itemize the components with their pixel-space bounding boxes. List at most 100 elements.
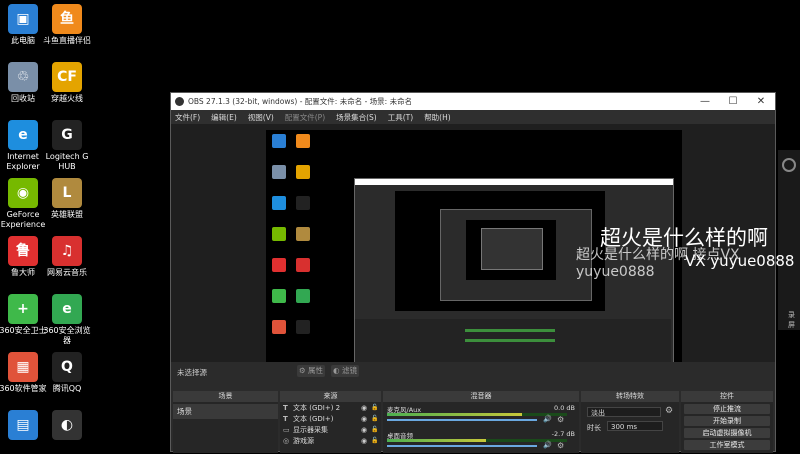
- volume-slider[interactable]: [387, 419, 537, 421]
- recycle-bin-icon: ♲: [8, 62, 38, 92]
- desktop-shortcut[interactable]: +360安全卫士: [0, 294, 48, 336]
- mixer-db-value: -2.7 dB: [551, 430, 575, 438]
- no-source-label: 未选择源: [177, 368, 207, 377]
- lock-icon[interactable]: 🔓: [371, 426, 381, 433]
- source-label: 文本 (GDI+) 2: [293, 403, 341, 412]
- menu-help[interactable]: 帮助(H): [424, 112, 451, 123]
- studio-mode-button[interactable]: 工作室模式: [684, 440, 770, 450]
- maximize-button[interactable]: ☐: [719, 93, 747, 110]
- source-item[interactable]: ◎ 游戏源 ◉ 🔓: [280, 435, 381, 446]
- source-item[interactable]: T 文本 (GDI+) ◉ 🔓: [280, 413, 381, 424]
- desktop-shortcut-label: 回收站: [11, 94, 35, 103]
- visibility-eye-icon[interactable]: ◉: [361, 426, 371, 434]
- desktop-shortcut-label: GeForce Experience: [0, 210, 46, 229]
- menu-bar: 文件(F) 编辑(E) 视图(V) 配置文件(P) 场景集合(S) 工具(T) …: [171, 110, 775, 124]
- app-icon: ▤: [8, 410, 38, 440]
- filters-button[interactable]: ◐ 滤镜: [331, 365, 359, 377]
- lock-icon[interactable]: 🔓: [371, 437, 381, 444]
- speaker-icon[interactable]: 🔊: [543, 415, 552, 423]
- nested-desktop-icon: [296, 258, 310, 272]
- source-toolbar: 未选择源 ⚙ 属性 ◐ 滤镜: [171, 363, 775, 381]
- douyu-icon: 鱼: [52, 4, 82, 34]
- start-recording-button[interactable]: 开始录制: [684, 416, 770, 426]
- desktop-shortcut[interactable]: ♲ 回收站: [0, 62, 48, 104]
- desktop-shortcut-label: 斗鱼直播伴侣: [43, 36, 91, 45]
- desktop-shortcut[interactable]: ◉ GeForce Experience: [0, 178, 48, 230]
- desktop-shortcut-label: 此电脑: [11, 36, 35, 45]
- scene-item[interactable]: 场景: [173, 404, 278, 419]
- obs-titlebar[interactable]: OBS 27.1.3 (32-bit, windows) - 配置文件: 未命名…: [171, 93, 775, 110]
- minimize-button[interactable]: —: [691, 93, 719, 110]
- source-type-icon: ◎: [283, 436, 290, 445]
- desktop-shortcut[interactable]: ◐: [42, 410, 92, 442]
- desktop-shortcut[interactable]: e 360安全浏览器: [42, 294, 92, 346]
- visibility-eye-icon[interactable]: ◉: [361, 415, 371, 423]
- virtual-camera-button[interactable]: 启动虚拟摄像机: [684, 428, 770, 438]
- 360-browser-icon: e: [52, 294, 82, 324]
- visibility-eye-icon[interactable]: ◉: [361, 404, 371, 412]
- desktop-shortcut[interactable]: CF 穿越火线: [42, 62, 92, 104]
- desktop-shortcut[interactable]: G Logitech G HUB: [42, 120, 92, 172]
- lock-icon[interactable]: 🔓: [371, 415, 381, 422]
- duration-input[interactable]: 300 ms: [607, 421, 663, 431]
- nested-desktop-icon: [272, 320, 286, 334]
- transitions-header: 转场特效: [581, 391, 679, 402]
- overlay-title: 超火是什么样的啊: [600, 226, 768, 250]
- menu-edit[interactable]: 编辑(E): [211, 112, 237, 123]
- desktop-shortcut-label: Internet Explorer: [6, 152, 40, 171]
- nested-desktop-icon: [296, 227, 310, 241]
- desktop-shortcut[interactable]: 鲁鲁大师: [0, 236, 48, 278]
- qq-icon: Q: [52, 352, 82, 382]
- obs-logo-icon: [175, 97, 184, 106]
- menu-view[interactable]: 视图(V): [248, 112, 274, 123]
- desktop-shortcut[interactable]: 鱼斗鱼直播伴侣: [42, 4, 92, 46]
- nested-desktop-icon: [272, 165, 286, 179]
- 360-security-icon: +: [8, 294, 38, 324]
- source-item[interactable]: ▭ 显示器采集 ◉ 🔓: [280, 424, 381, 435]
- desktop-shortcut-label: 鲁大师: [11, 268, 35, 277]
- desktop-shortcut[interactable]: ▤: [0, 410, 48, 442]
- source-label: 游戏源: [293, 436, 314, 445]
- desktop-shortcut[interactable]: e Internet Explorer: [0, 120, 48, 172]
- source-item[interactable]: T 文本 (GDI+) 2 ◉ 🔓: [280, 402, 381, 413]
- desktop-shortcut[interactable]: L 英雄联盟: [42, 178, 92, 220]
- nested-desktop-icon: [296, 165, 310, 179]
- menu-tools[interactable]: 工具(T): [388, 112, 413, 123]
- speaker-icon[interactable]: 🔊: [543, 441, 552, 449]
- mixer-settings-icon[interactable]: ⚙: [557, 415, 564, 424]
- source-label: 显示器采集: [293, 425, 328, 434]
- duration-label: 时长: [587, 424, 601, 432]
- properties-button[interactable]: ⚙ 属性: [297, 365, 325, 377]
- stop-streaming-button[interactable]: 停止推流: [684, 404, 770, 414]
- netease-music-icon: ♫: [52, 236, 82, 266]
- source-type-icon: T: [283, 414, 288, 423]
- ludashi-icon: 鲁: [8, 236, 38, 266]
- desktop-shortcut[interactable]: Q 腾讯QQ: [42, 352, 92, 394]
- geforce-icon: ◉: [8, 178, 38, 208]
- camera-icon[interactable]: [782, 158, 796, 172]
- desktop-shortcut[interactable]: ♫ 网易云音乐: [42, 236, 92, 278]
- obs-icon: ◐: [52, 410, 82, 440]
- transition-select[interactable]: 淡出: [587, 407, 661, 417]
- visibility-eye-icon[interactable]: ◉: [361, 437, 371, 445]
- lock-icon[interactable]: 🔓: [371, 404, 381, 411]
- menu-profile[interactable]: 配置文件(P): [285, 112, 325, 123]
- menu-scene-collection[interactable]: 场景集合(S): [336, 112, 377, 123]
- transition-settings-icon[interactable]: ⚙: [665, 406, 673, 416]
- mixer-header: 混音器: [383, 391, 579, 402]
- 360-software-icon: ▦: [8, 352, 38, 382]
- desktop-shortcut-label: 网易云音乐: [47, 268, 87, 277]
- close-button[interactable]: ✕: [747, 93, 775, 110]
- menu-file[interactable]: 文件(F): [175, 112, 200, 123]
- source-type-icon: ▭: [283, 425, 290, 434]
- mixer-settings-icon[interactable]: ⚙: [557, 441, 564, 450]
- desktop-shortcut[interactable]: ▣ 此电脑: [0, 4, 48, 46]
- desktop-shortcut[interactable]: ▦ 360软件管家: [0, 352, 48, 394]
- filters-label: 滤镜: [341, 366, 357, 375]
- ie-icon: e: [8, 120, 38, 150]
- nested-desktop-icon: [296, 320, 310, 334]
- mixer-db-value: 0.0 dB: [554, 404, 575, 412]
- record-label: 录屏: [788, 311, 795, 329]
- volume-slider[interactable]: [387, 445, 537, 447]
- logitech-icon: G: [52, 120, 82, 150]
